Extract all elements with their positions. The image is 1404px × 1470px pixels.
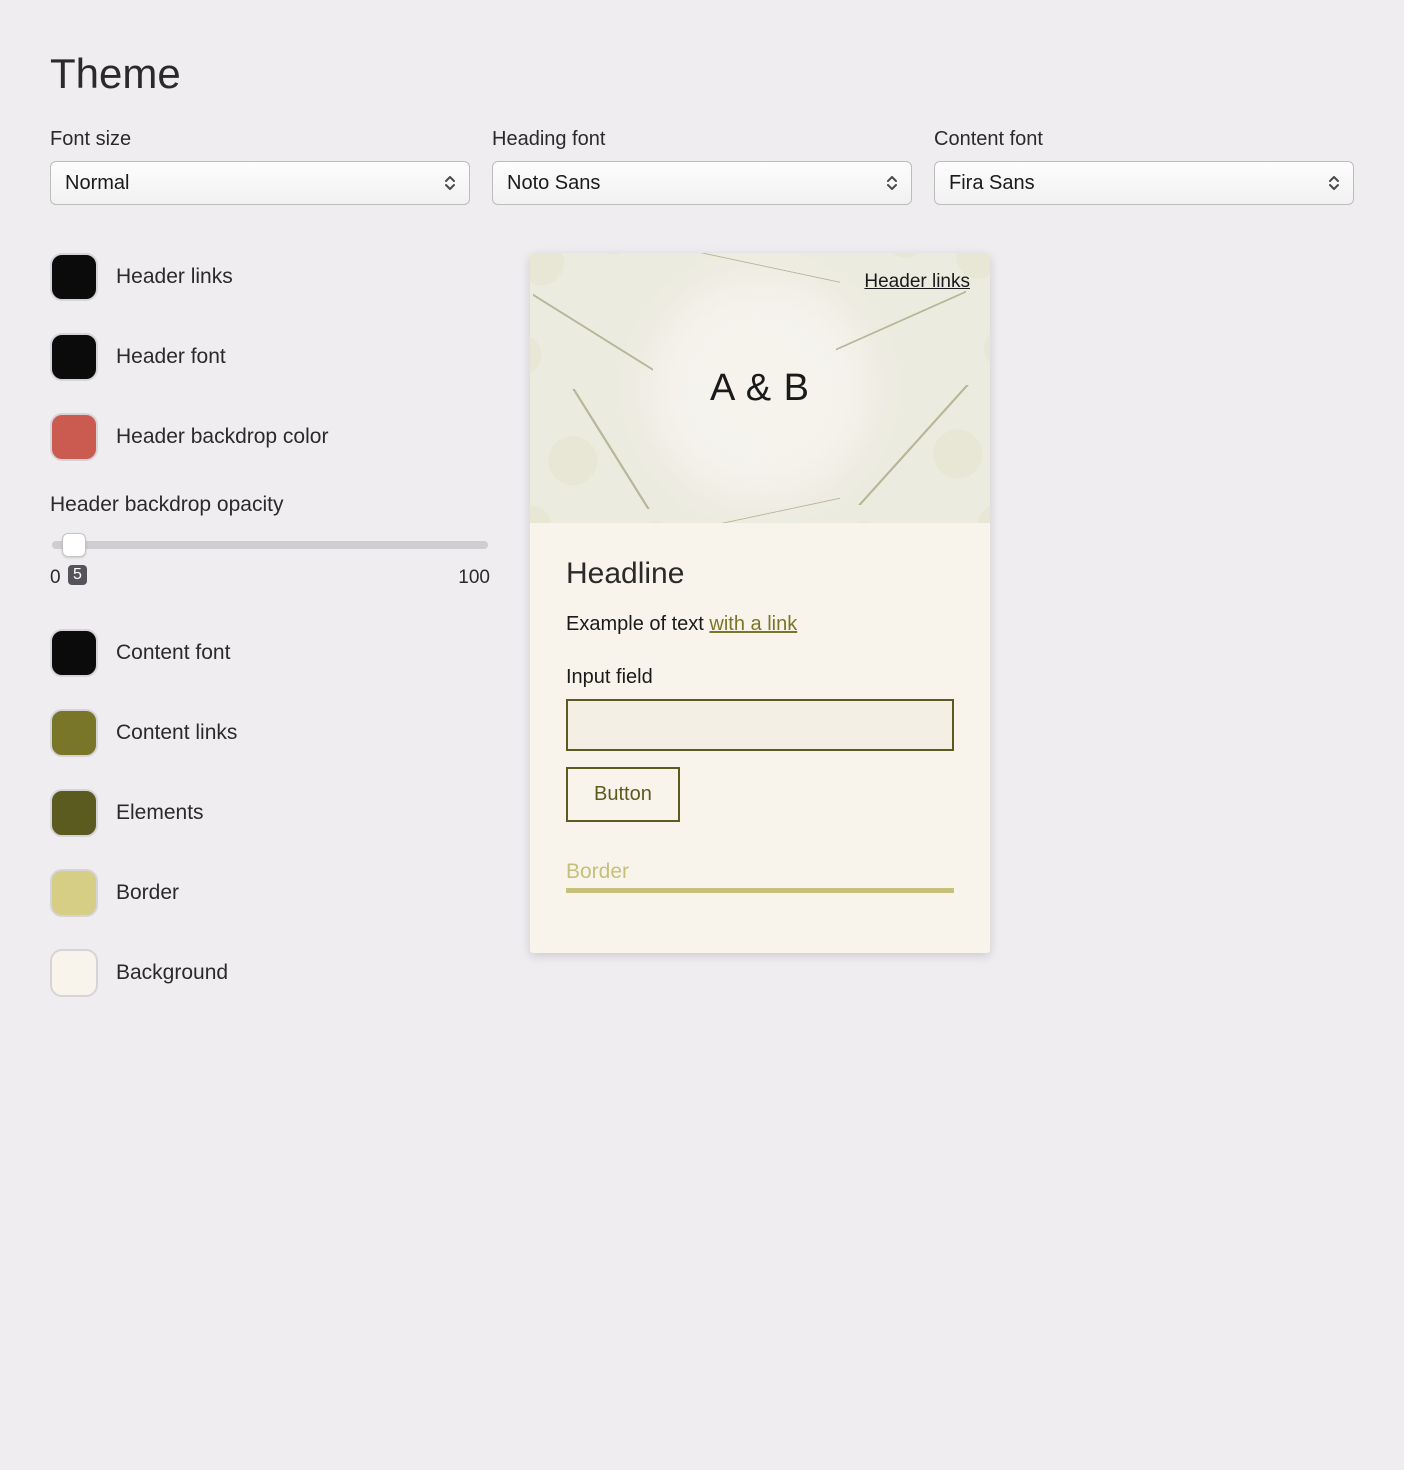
preview-headline: Headline [566, 557, 954, 591]
selects-row: Font size Normal Heading font Noto Sans … [50, 128, 1354, 205]
slider-value-badge: 5 [68, 565, 87, 585]
opacity-slider-group: Header backdrop opacity 0 5 100 [50, 493, 490, 589]
preview-input[interactable] [566, 699, 954, 751]
page-title: Theme [50, 50, 1354, 98]
content-links-label: Content links [116, 721, 237, 745]
preview-button[interactable]: Button [566, 767, 680, 822]
chevron-updown-icon [885, 174, 899, 192]
preview-border-line [566, 888, 954, 893]
slider-thumb[interactable] [62, 533, 86, 557]
content-links-swatch[interactable] [50, 709, 98, 757]
background-label: Background [116, 961, 228, 985]
header-links-label: Header links [116, 265, 233, 289]
heading-font-label: Heading font [492, 128, 912, 151]
border-swatch[interactable] [50, 869, 98, 917]
preview-input-label: Input field [566, 666, 954, 689]
header-font-swatch[interactable] [50, 333, 98, 381]
content-font-color-swatch[interactable] [50, 629, 98, 677]
right-column: Header links A & B Headline Example of t… [530, 253, 1354, 1029]
header-links-swatch[interactable] [50, 253, 98, 301]
preview-header-link[interactable]: Header links [864, 271, 970, 293]
preview-text: Example of text with a link [566, 613, 954, 636]
content-font-value: Fira Sans [949, 172, 1035, 195]
font-size-select[interactable]: Normal [50, 161, 470, 205]
background-swatch[interactable] [50, 949, 98, 997]
header-backdrop-color-swatch[interactable] [50, 413, 98, 461]
font-size-value: Normal [65, 172, 129, 195]
opacity-slider[interactable] [52, 533, 488, 557]
font-size-label: Font size [50, 128, 470, 151]
opacity-slider-label: Header backdrop opacity [50, 493, 490, 517]
theme-preview: Header links A & B Headline Example of t… [530, 253, 990, 953]
chevron-updown-icon [1327, 174, 1341, 192]
preview-header: Header links A & B [530, 253, 990, 523]
preview-title: A & B [710, 367, 810, 410]
header-font-label: Header font [116, 345, 226, 369]
preview-text-link[interactable]: with a link [709, 613, 797, 635]
content-font-label: Content font [934, 128, 1354, 151]
elements-swatch[interactable] [50, 789, 98, 837]
content-font-select[interactable]: Fira Sans [934, 161, 1354, 205]
preview-text-prefix: Example of text [566, 613, 709, 635]
slider-min: 0 [50, 567, 61, 589]
slider-max: 100 [458, 567, 490, 589]
elements-label: Elements [116, 801, 204, 825]
heading-font-value: Noto Sans [507, 172, 600, 195]
content-font-color-label: Content font [116, 641, 230, 665]
border-label: Border [116, 881, 179, 905]
left-column: Header links Header font Header backdrop… [50, 253, 490, 1029]
header-backdrop-color-label: Header backdrop color [116, 425, 328, 449]
preview-border-label: Border [566, 860, 954, 884]
chevron-updown-icon [443, 174, 457, 192]
heading-font-select[interactable]: Noto Sans [492, 161, 912, 205]
